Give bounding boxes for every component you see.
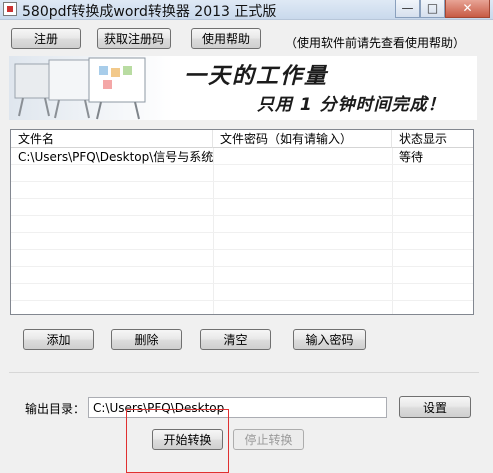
banner-headline: 一天的工作量: [184, 64, 329, 89]
empty-row: [11, 268, 473, 284]
enter-password-button[interactable]: 输入密码: [293, 329, 366, 350]
get-registration-code-button[interactable]: 获取注册码: [97, 28, 171, 49]
empty-row: [11, 285, 473, 301]
help-hint-text: （使用软件前请先查看使用帮助）: [285, 36, 466, 50]
column-header-filename[interactable]: 文件名: [11, 130, 213, 148]
table-row[interactable]: C:\Users\PFQ\Desktop\信号与系统... 等待: [11, 149, 473, 165]
stop-conversion-button[interactable]: 停止转换: [233, 429, 304, 450]
section-divider: [9, 372, 479, 373]
whiteboard-illustration-icon: [14, 57, 146, 120]
empty-row: [11, 234, 473, 250]
file-status-cell: 等待: [399, 150, 424, 164]
add-file-button[interactable]: 添加: [23, 329, 94, 350]
window-title: 580pdf转换成word转换器 2013 正式版: [22, 4, 277, 20]
column-header-password[interactable]: 文件密码（如有请输入）: [213, 130, 392, 148]
column-header-status[interactable]: 状态显示: [392, 130, 473, 148]
settings-button[interactable]: 设置: [399, 396, 471, 418]
clear-list-button[interactable]: 清空: [200, 329, 271, 350]
file-list-table[interactable]: 文件名 文件密码（如有请输入） 状态显示 C:\Users\PFQ\Deskto…: [10, 129, 474, 315]
output-directory-label: 输出目录：: [25, 402, 86, 416]
register-button[interactable]: 注册: [11, 28, 81, 49]
maximize-button[interactable]: □: [420, 0, 445, 18]
promo-banner: 一天的工作量 只用 1 分钟时间完成！: [9, 56, 477, 120]
empty-row: [11, 200, 473, 216]
help-button[interactable]: 使用帮助: [191, 28, 261, 49]
start-conversion-button[interactable]: 开始转换: [152, 429, 223, 450]
empty-row: [11, 183, 473, 199]
empty-row: [11, 251, 473, 267]
empty-row: [11, 217, 473, 233]
minimize-button[interactable]: —: [395, 0, 420, 18]
delete-file-button[interactable]: 删除: [111, 329, 182, 350]
file-password-cell[interactable]: [213, 149, 392, 165]
file-path-cell: C:\Users\PFQ\Desktop\信号与系统...: [18, 150, 213, 164]
empty-row: [11, 166, 473, 182]
close-button[interactable]: ✕: [445, 0, 490, 18]
banner-subheadline: 只用 1 分钟时间完成！: [257, 95, 446, 115]
app-icon: [3, 2, 17, 16]
